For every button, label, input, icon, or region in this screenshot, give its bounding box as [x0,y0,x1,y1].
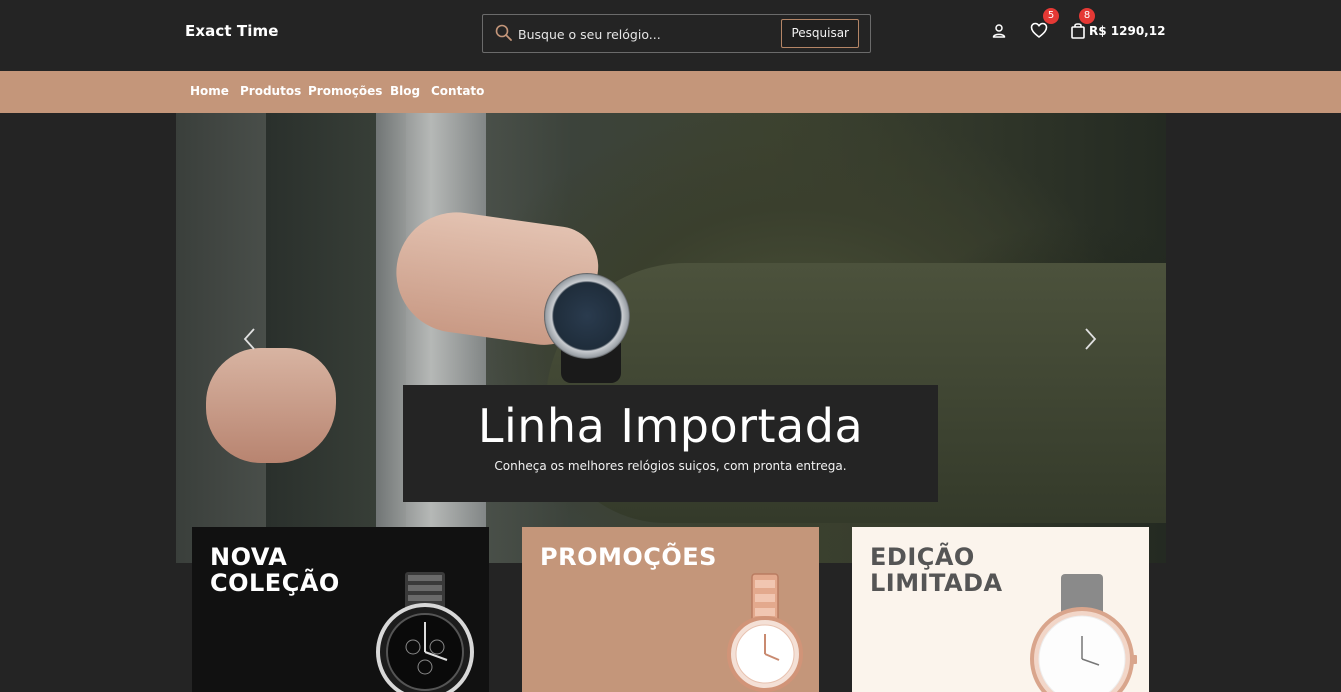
search-input[interactable] [518,23,768,45]
category-title-line: COLEÇÃO [210,569,340,597]
hero-caption: Linha Importada Conheça os melhores reló… [403,385,938,502]
nav-item-promocoes[interactable]: Promoções [308,84,382,98]
user-icon[interactable] [990,22,1008,40]
top-bar: Exact Time Pesquisar 5 8 R$ 1290,12 [0,0,1341,71]
category-title-line: NOVA [210,543,288,571]
search-icon [495,24,512,41]
cart-count-badge: 8 [1079,8,1095,24]
category-title: EDIÇÃO LIMITADA [870,544,1003,596]
chevron-right-icon[interactable] [1080,326,1100,352]
hero-slider: Linha Importada Conheça os melhores reló… [176,113,1166,563]
nav-item-produtos[interactable]: Produtos [240,84,301,98]
nav-item-home[interactable]: Home [190,84,229,98]
chevron-left-icon[interactable] [240,326,260,352]
main-nav: Home Produtos Promoções Blog Contato [0,71,1341,113]
hero-title: Linha Importada [477,399,864,453]
cart-total[interactable]: R$ 1290,12 [1089,24,1165,38]
nav-item-contato[interactable]: Contato [431,84,484,98]
category-title-line: EDIÇÃO [870,543,975,571]
wishlist-count-badge: 5 [1043,8,1059,24]
category-title: PROMOÇÕES [540,544,717,570]
category-card-nova-colecao[interactable]: NOVA COLEÇÃO [192,527,489,692]
category-card-edicao-limitada[interactable]: EDIÇÃO LIMITADA [852,527,1149,692]
category-title-line: LIMITADA [870,569,1003,597]
black-watch-image [376,572,474,692]
nav-item-blog[interactable]: Blog [390,84,420,98]
category-title: NOVA COLEÇÃO [210,544,340,596]
hero-subtitle: Conheça os melhores relógios suiços, com… [494,459,847,473]
search-button[interactable]: Pesquisar [781,19,859,48]
brand-logo[interactable]: Exact Time [185,22,279,40]
search-box: Pesquisar [482,14,871,53]
category-card-promocoes[interactable]: PROMOÇÕES [522,527,819,692]
category-title-line: PROMOÇÕES [540,543,717,571]
white-dial-watch-image [1030,574,1137,692]
rose-gold-watch-image [727,573,803,692]
heart-icon[interactable] [1029,20,1049,40]
